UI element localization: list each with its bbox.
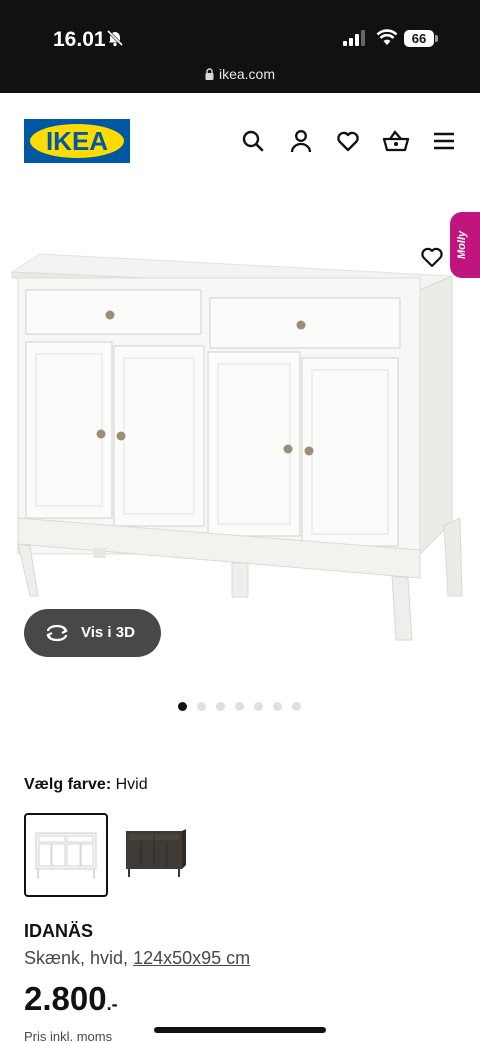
gallery-dot[interactable] [292,702,301,711]
color-swatch-white[interactable] [24,813,108,897]
bell-muted-icon [106,29,124,52]
selected-color: Hvid [115,776,148,793]
basket-icon[interactable] [382,128,410,154]
product-description: Skænk, hvid, 124x50x95 cm [24,948,250,969]
price-suffix: .- [106,994,118,1014]
wifi-icon [376,28,398,51]
price-value: 2.800 [24,980,107,1017]
gallery-dot[interactable] [178,702,187,711]
gallery-dot[interactable] [254,702,263,711]
cell-signal-icon [343,30,367,51]
gallery-dot[interactable] [235,702,244,711]
color-selection: Vælg farve: Hvid [24,776,148,794]
product-image[interactable] [0,200,480,650]
save-favorite-button[interactable] [415,240,449,274]
molly-label: Molly [456,230,468,260]
url-text: ikea.com [218,66,276,82]
product-type: Skænk, hvid, [24,948,129,968]
price-note: Pris inkl. moms [24,1029,113,1043]
rotate-3d-icon [44,622,70,649]
address-bar[interactable]: ikea.com [0,66,480,83]
menu-icon[interactable] [431,128,457,154]
product-price: 2.800.- [24,980,118,1018]
battery-nub [435,35,438,42]
status-bar: 16.01 66 ikea.com [0,0,480,93]
ikea-logo[interactable]: IKEA [24,119,130,163]
search-icon[interactable] [240,128,266,154]
logo-text: IKEA [45,126,109,156]
home-indicator[interactable] [154,1027,326,1033]
color-label: Vælg farve: [24,776,112,793]
profile-icon[interactable] [288,128,314,154]
battery-indicator: 66 [404,30,434,47]
gallery-dot[interactable] [197,702,206,711]
heart-icon[interactable] [335,128,361,154]
status-time: 16.01 [53,28,106,51]
view-in-3d-button[interactable]: Vis i 3D [24,609,161,657]
gallery-dot[interactable] [273,702,282,711]
view-in-3d-label: Vis i 3D [81,624,135,641]
product-dimensions-link[interactable]: 124x50x95 cm [133,948,250,968]
lock-icon [205,67,214,83]
color-swatch-dark[interactable] [120,813,204,897]
product-name: IDANÄS [24,921,94,941]
gallery-dot[interactable] [216,702,225,711]
